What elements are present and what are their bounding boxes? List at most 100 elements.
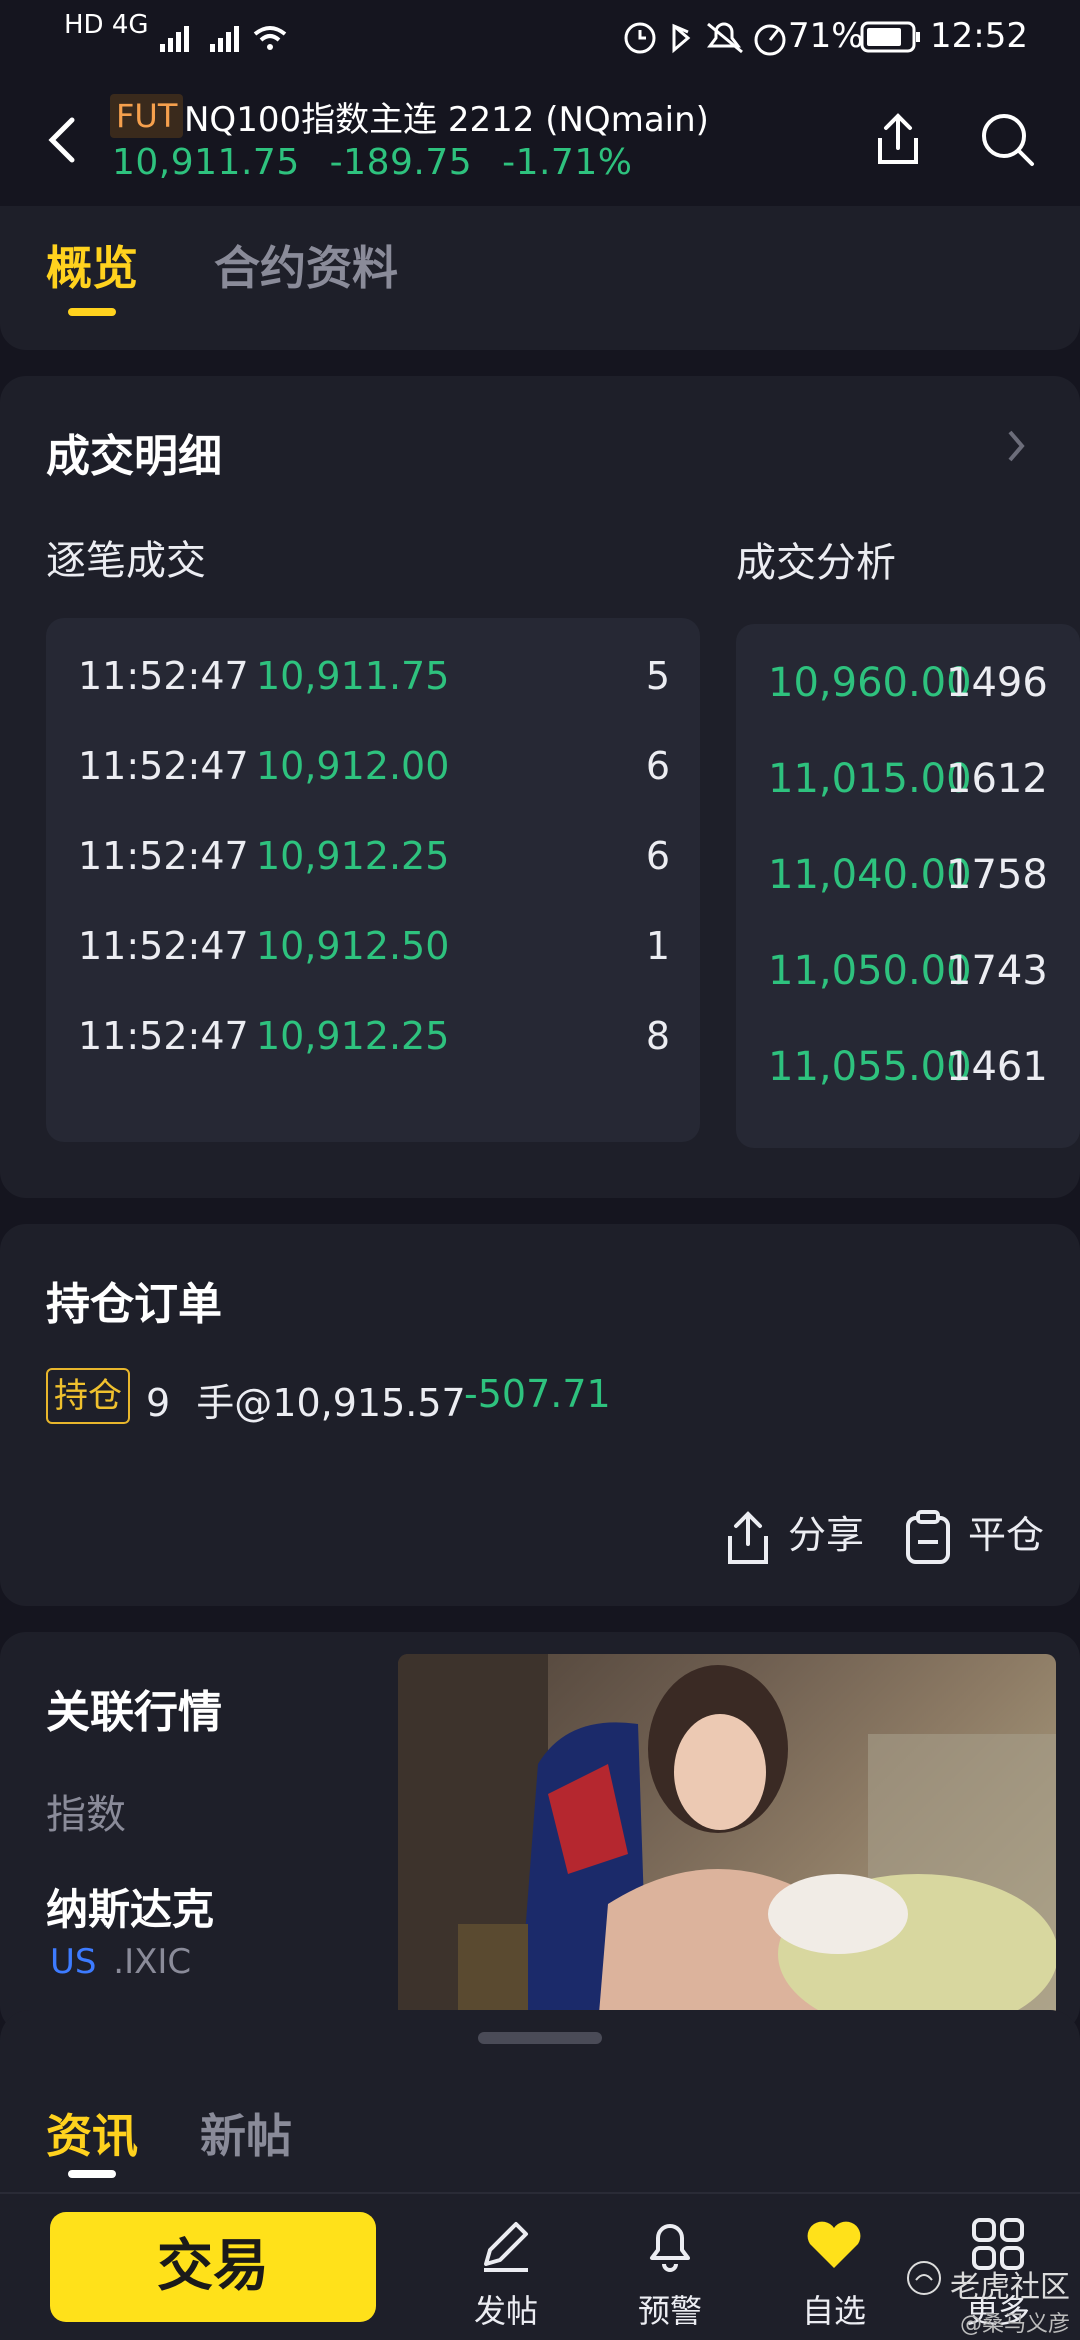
positions-title: 持仓订单 xyxy=(46,1279,222,1330)
bell-icon xyxy=(650,2224,690,2272)
related-category: 指数 xyxy=(46,1792,126,1838)
analysis-row: 10,960.00 1496 xyxy=(736,636,1080,732)
analysis-price: 11,050.00 xyxy=(768,948,972,994)
tick-volume: 1 xyxy=(645,924,670,968)
share-icon xyxy=(728,1510,768,1564)
tick-row: 11:52:47 10,911.75 5 xyxy=(46,632,700,722)
tick-row: 11:52:47 10,912.50 1 xyxy=(46,902,700,992)
tick-volume: 8 xyxy=(645,1014,670,1058)
tick-row: 11:52:47 10,912.25 6 xyxy=(46,812,700,902)
tick-row: 11:52:47 10,912.25 8 xyxy=(46,992,700,1082)
tick-time: 11:52:47 xyxy=(78,924,249,968)
analysis-price: 11,015.00 xyxy=(768,756,972,802)
tick-time: 11:52:47 xyxy=(78,744,249,788)
analysis-volume: 1496 xyxy=(946,660,1048,706)
watermark-text: 老虎社区 xyxy=(950,2270,1070,2305)
symbol-code: .IXIC xyxy=(113,1942,192,1982)
tick-volume: 6 xyxy=(645,834,670,878)
tick-price: 10,912.25 xyxy=(256,834,450,878)
analysis-label[interactable]: 成交分析 xyxy=(736,530,896,588)
analysis-row: 11,015.00 1612 xyxy=(736,732,1080,828)
tick-price: 10,912.25 xyxy=(256,1014,450,1058)
tick-list: 11:52:47 10,911.75 5 11:52:47 10,912.00 … xyxy=(46,618,700,1142)
position-avg-price: 10,915.57 xyxy=(272,1381,466,1425)
analysis-price: 10,960.00 xyxy=(768,660,972,706)
heart-icon xyxy=(807,2221,861,2268)
section-tabs: 概览 合约资料 xyxy=(0,206,1080,324)
position-qty: 9 xyxy=(146,1381,171,1425)
trade-button[interactable]: 交易 xyxy=(50,2212,376,2322)
futures-badge: FUT xyxy=(110,94,184,138)
related-title: 关联行情 xyxy=(46,1687,222,1738)
signal-bars-icon xyxy=(160,26,287,52)
share-label: 分享 xyxy=(788,1513,865,1557)
position-badge: 持仓 xyxy=(46,1368,130,1424)
tick-time: 11:52:47 xyxy=(78,1014,249,1058)
tiger-logo-icon xyxy=(907,2261,941,2295)
battery-icon xyxy=(860,21,920,53)
news-bottom-sheet: 资讯 新帖 xyxy=(0,2010,1080,2200)
nav-watchlist[interactable]: 自选 xyxy=(774,2212,894,2332)
pencil-icon xyxy=(484,2222,528,2272)
position-summary: 9 手@10,915.57 xyxy=(146,1372,466,1427)
nav-alert[interactable]: 预警 xyxy=(610,2212,730,2332)
tick-time: 11:52:47 xyxy=(78,834,249,878)
floating-video-player[interactable] xyxy=(398,1654,1056,2026)
tick-price: 10,912.50 xyxy=(256,924,450,968)
sheet-drag-handle[interactable] xyxy=(478,2032,602,2044)
trade-detail-title: 成交明细 xyxy=(46,431,222,482)
tick-price: 10,912.00 xyxy=(256,744,450,788)
share-position-button[interactable]: 分享 xyxy=(722,1504,865,1564)
tab-overview[interactable]: 概览 xyxy=(46,232,138,298)
tick-volume: 6 xyxy=(645,744,670,788)
analysis-row: 11,040.00 1758 xyxy=(736,828,1080,924)
tick-price: 10,911.75 xyxy=(256,654,450,698)
back-arrow-icon[interactable] xyxy=(44,116,80,164)
price-change-pct: -1.71% xyxy=(502,142,633,183)
related-symbol: US .IXIC xyxy=(50,1942,191,1982)
analysis-row: 11,050.00 1743 xyxy=(736,924,1080,1020)
tab-new-posts[interactable]: 新帖 xyxy=(200,2100,292,2166)
app-header: FUT NQ100指数主连 2212 (NQmain) 10,911.75 -1… xyxy=(0,78,1080,206)
video-frame-image xyxy=(398,1654,1056,2026)
analysis-volume: 1758 xyxy=(946,852,1048,898)
market-tag: US xyxy=(50,1942,97,1982)
chevron-right-icon[interactable] xyxy=(1004,428,1028,464)
clock: 12:52 xyxy=(930,16,1028,56)
position-pnl: -507.71 xyxy=(464,1372,611,1416)
clipboard-icon xyxy=(906,1509,950,1564)
tick-row: 11:52:47 10,912.00 6 xyxy=(46,722,700,812)
battery-percent: 71% xyxy=(788,16,864,56)
analysis-price: 11,055.00 xyxy=(768,1044,972,1090)
tab-contract-info[interactable]: 合约资料 xyxy=(214,232,398,298)
position-unit: 手@ xyxy=(196,1381,273,1425)
signal-indicator: HD 4G xyxy=(64,10,149,40)
quote-line: 10,911.75 -189.75 -1.71% xyxy=(112,142,632,183)
nav-post[interactable]: 发帖 xyxy=(446,2212,566,2332)
price-change: -189.75 xyxy=(329,142,473,183)
search-icon[interactable] xyxy=(976,108,1040,172)
related-name[interactable]: 纳斯达克 xyxy=(46,1876,214,1937)
nav-watchlist-label: 自选 xyxy=(801,2292,866,2330)
watermark-author: @桑马义彦 xyxy=(960,2312,1071,2337)
tab-news[interactable]: 资讯 xyxy=(46,2100,138,2166)
last-price: 10,911.75 xyxy=(112,142,300,183)
sheet-tab-indicator xyxy=(68,2170,116,2178)
close-position-button[interactable]: 平仓 xyxy=(902,1504,1045,1564)
overview-card-bottom xyxy=(0,324,1080,350)
trade-analysis-list: 10,960.00 1496 11,015.00 1612 11,040.00 … xyxy=(736,624,1080,1148)
analysis-volume: 1461 xyxy=(946,1044,1048,1090)
share-icon[interactable] xyxy=(866,108,930,172)
tick-time: 11:52:47 xyxy=(78,654,249,698)
nav-alert-label: 预警 xyxy=(637,2292,702,2330)
analysis-row: 11,055.00 1461 xyxy=(736,1020,1080,1116)
status-bar: HD 4G 71% 12:52 xyxy=(0,0,1080,78)
active-tab-indicator xyxy=(68,308,116,316)
analysis-price: 11,040.00 xyxy=(768,852,972,898)
system-icons xyxy=(624,22,786,56)
instrument-title: NQ100指数主连 2212 (NQmain) xyxy=(184,100,709,140)
close-label: 平仓 xyxy=(968,1513,1045,1557)
nav-post-label: 发帖 xyxy=(473,2292,538,2330)
tick-list-label: 逐笔成交 xyxy=(46,538,206,584)
analysis-volume: 1612 xyxy=(946,756,1048,802)
